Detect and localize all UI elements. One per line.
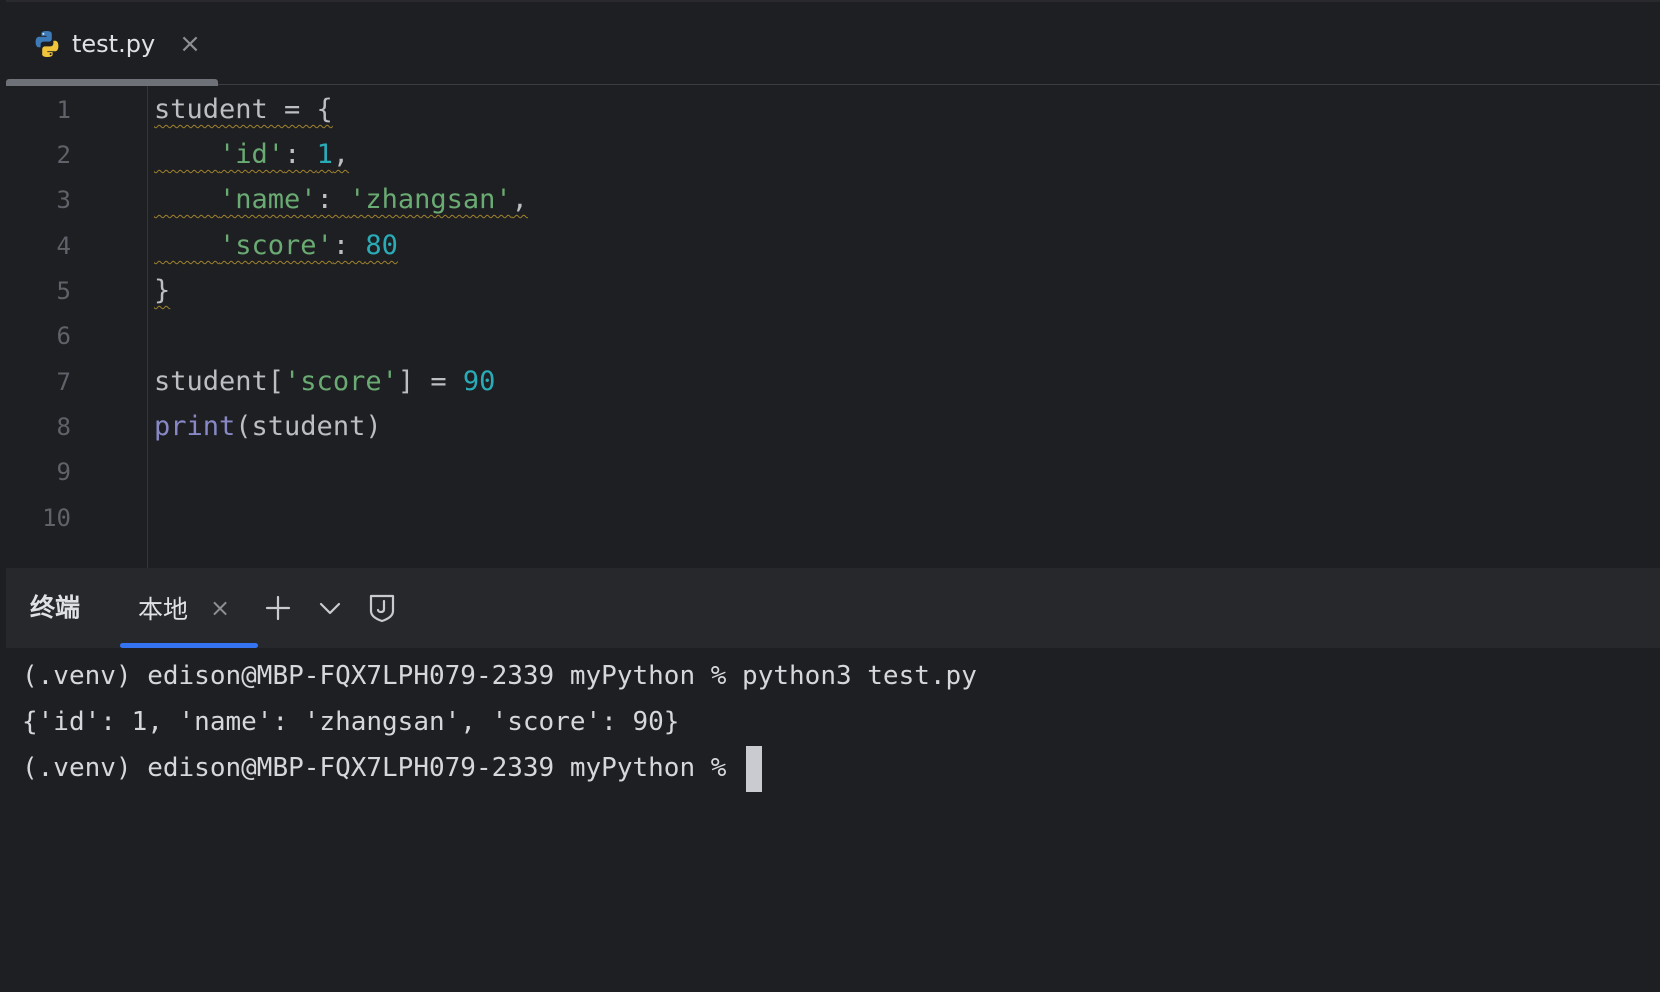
code-text: student[: [154, 366, 285, 397]
code-value: 1: [316, 139, 333, 170]
line-number: 3: [56, 186, 71, 214]
terminal-line: (.venv) edison@MBP-FQX7LPH079-2339 myPyt…: [22, 661, 977, 691]
terminal-panel: 终端 本地 × (.venv) edison@MBP-FQX7LPH079-23…: [6, 568, 1660, 992]
new-terminal-button[interactable]: [258, 588, 298, 628]
close-icon[interactable]: ×: [179, 31, 201, 57]
ide-window: test.py × 1 2 3 4 5 6 7 8 9 10 student =…: [0, 0, 1660, 992]
code-key: 'id': [219, 139, 285, 170]
code-brace: }: [154, 275, 171, 306]
code-key: 'score': [284, 366, 398, 397]
line-number: 4: [56, 232, 71, 260]
plus-icon: [265, 595, 291, 621]
terminal-cursor: [746, 745, 763, 792]
code-line-8: print(student): [154, 403, 382, 451]
code-line-7: student['score'] = 90: [154, 358, 495, 406]
shield-icon: [369, 594, 395, 623]
line-number: 5: [56, 277, 71, 305]
code-key: 'name': [219, 184, 317, 215]
tab-local-label: 本地: [138, 595, 189, 624]
terminal-line: {'id': 1, 'name': 'zhangsan', 'score': 9…: [22, 707, 680, 737]
code-colon: :: [316, 184, 350, 215]
terminal-prompt: (.venv) edison@MBP-FQX7LPH079-2339 myPyt…: [22, 753, 743, 783]
code-text: (student): [235, 411, 382, 442]
line-number-gutter: 1 2 3 4 5 6 7 8 9 10: [6, 86, 148, 568]
python-icon: [35, 31, 59, 57]
line-number: 9: [56, 458, 71, 486]
terminal-prompt-line: (.venv) edison@MBP-FQX7LPH079-2339 myPyt…: [22, 744, 763, 792]
close-icon[interactable]: ×: [210, 594, 230, 622]
code-line-2: 'id': 1,: [154, 131, 349, 179]
code-value: 90: [462, 366, 496, 397]
terminal-title: 终端: [30, 593, 81, 622]
tab-test-py[interactable]: test.py ×: [6, 2, 218, 86]
code-text: ] =: [397, 366, 463, 397]
line-number: 7: [56, 368, 71, 396]
line-number: 8: [56, 413, 71, 441]
line-number: 6: [56, 322, 71, 350]
code-colon: :: [332, 230, 366, 261]
code-key: 'score': [219, 230, 333, 261]
code-line-3: 'name': 'zhangsan',: [154, 176, 528, 224]
line-number: 2: [56, 141, 71, 169]
code-lines[interactable]: student = { 'id': 1, 'name': 'zhangsan',…: [154, 86, 1660, 568]
code-value: 'zhangsan': [349, 184, 512, 215]
terminal-output[interactable]: (.venv) edison@MBP-FQX7LPH079-2339 myPyt…: [16, 648, 1660, 992]
editor-tab-bar: test.py ×: [6, 0, 1660, 86]
code-colon: :: [284, 139, 317, 170]
active-tab-indicator: [6, 79, 218, 86]
code-line-5: }: [154, 267, 170, 315]
tab-local[interactable]: 本地 ×: [114, 568, 258, 648]
code-builtin: print: [154, 411, 236, 442]
security-button[interactable]: [362, 588, 402, 628]
terminal-header: 终端 本地 ×: [6, 568, 1660, 648]
code-value: 80: [365, 230, 398, 261]
line-number: 10: [42, 504, 71, 532]
code-line-4: 'score': 80: [154, 222, 398, 270]
line-number: 1: [56, 96, 71, 124]
code-comma: ,: [332, 139, 350, 170]
tab-title: test.py: [72, 30, 156, 58]
code-comma: ,: [511, 184, 528, 215]
terminal-options-dropdown[interactable]: [310, 588, 350, 628]
code-line-1: student = {: [154, 94, 333, 125]
code-editor[interactable]: 1 2 3 4 5 6 7 8 9 10 student = { 'id': 1…: [6, 86, 1660, 568]
chevron-down-icon: [319, 602, 341, 615]
